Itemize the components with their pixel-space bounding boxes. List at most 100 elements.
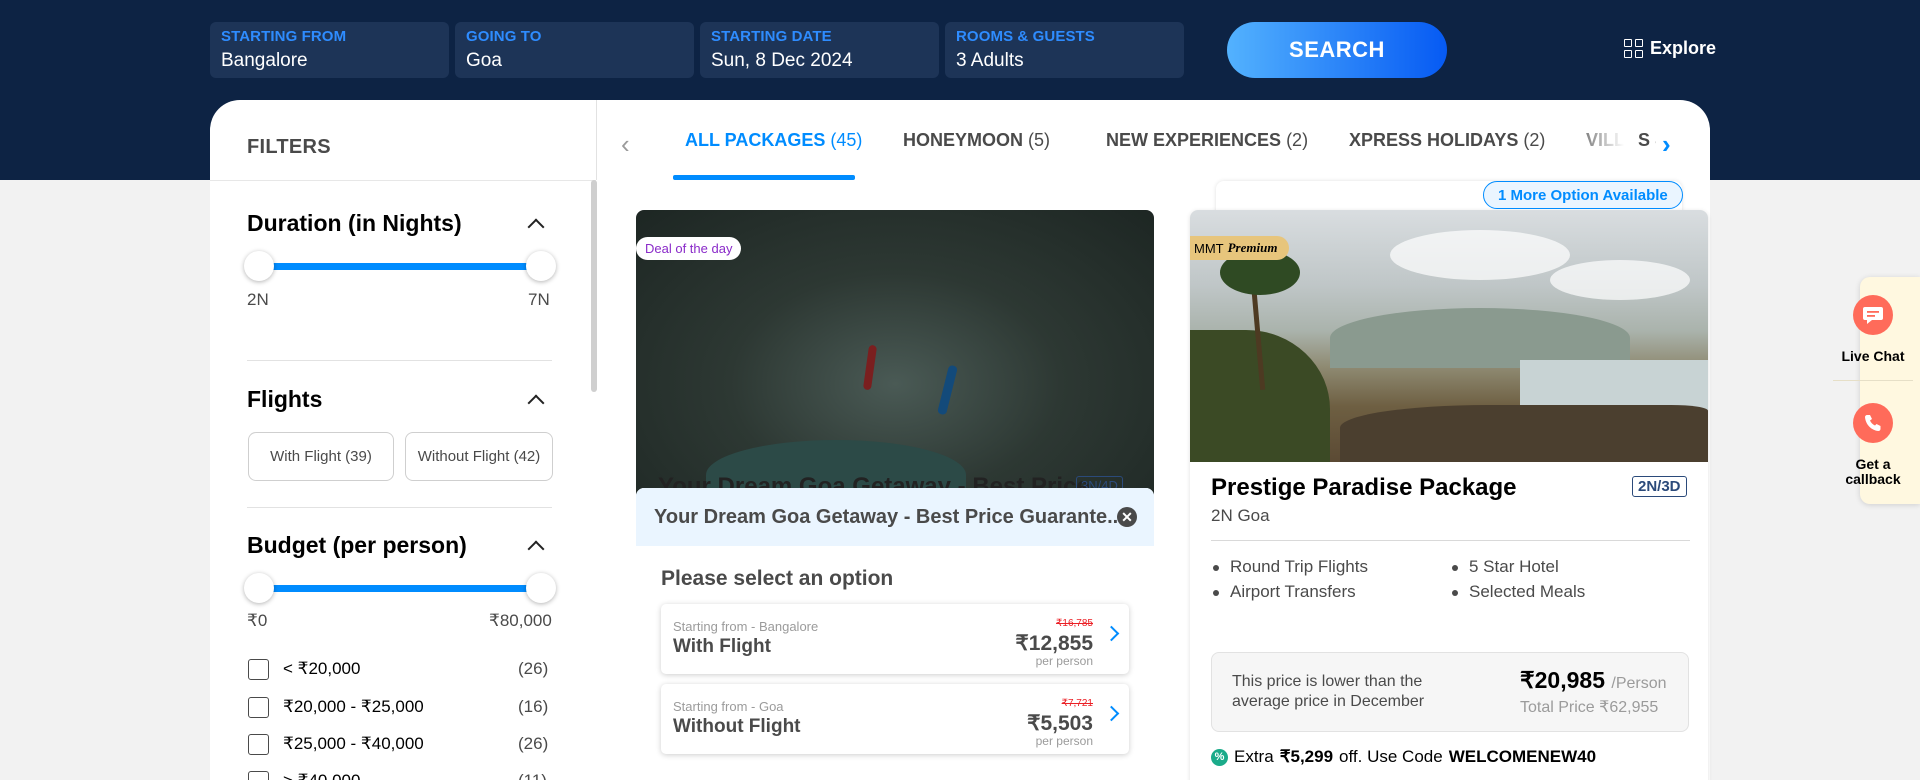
duration-slider-track[interactable]	[259, 263, 541, 270]
grid-icon	[1624, 38, 1644, 59]
tab-xpress-holidays[interactable]: XPRESS HOLIDAYS (2)	[1349, 130, 1545, 151]
feature-item: Selected Meals	[1450, 582, 1585, 602]
price-unit: /Person	[1611, 675, 1667, 692]
price-note: This price is lower than the average pri…	[1232, 673, 1425, 710]
budget-checkbox[interactable]	[248, 697, 269, 718]
photo-hill	[1330, 308, 1630, 368]
tab-count: (2)	[1523, 130, 1546, 150]
photo-cloud	[1550, 260, 1690, 300]
premium-badge: MMT Premium	[1190, 236, 1290, 260]
budget-title: Budget (per person)	[247, 532, 467, 558]
filters-title: FILTERS	[247, 136, 331, 158]
chevron-left-icon[interactable]: ‹	[621, 129, 630, 160]
nights-tag: 2N/3D	[1632, 476, 1687, 497]
photo-boat	[862, 344, 878, 391]
phone-svg	[1865, 415, 1881, 431]
rooms-guests-field[interactable]: ROOMS & GUESTS 3 Adults	[945, 22, 1184, 78]
tab-all-packages[interactable]: ALL PACKAGES (45)	[685, 130, 862, 151]
field-value: Sun, 8 Dec 2024	[711, 50, 853, 71]
flights-title: Flights	[247, 386, 323, 412]
search-button[interactable]: SEARCH	[1227, 22, 1447, 78]
divider	[247, 507, 552, 508]
option-origin: Starting from - Goa	[673, 699, 784, 714]
active-tab-indicator	[673, 175, 855, 180]
field-label: ROOMS & GUESTS	[956, 28, 1095, 45]
discount-icon: %	[1211, 748, 1228, 766]
field-value: Goa	[466, 50, 502, 71]
chevron-right-icon[interactable]: ›	[1662, 129, 1671, 160]
offer-prefix: Extra	[1234, 747, 1274, 766]
budget-range-count: (11)	[518, 771, 547, 780]
duration-min-label: 2N	[247, 290, 269, 309]
tab-count: (45)	[830, 130, 863, 150]
feature-item: 5 Star Hotel	[1450, 557, 1559, 577]
photo-rocks	[1340, 405, 1708, 462]
more-options-badge[interactable]: 1 More Option Available	[1483, 181, 1683, 209]
per-person-label: per person	[1035, 734, 1093, 748]
package-title[interactable]: Prestige Paradise Package	[1211, 474, 1517, 502]
starting-date-field[interactable]: STARTING DATE Sun, 8 Dec 2024	[700, 22, 939, 78]
option-kind: Without Flight	[673, 716, 801, 737]
chat-bubble-svg	[1863, 307, 1883, 324]
with-flight-chip[interactable]: With Flight (39)	[248, 432, 394, 481]
budget-range-label: ₹20,000 - ₹25,000	[283, 697, 424, 716]
budget-range-label: > ₹40,000	[283, 771, 360, 780]
tab-label: ALL PACKAGES	[685, 130, 826, 150]
popup-prompt: Please select an option	[661, 567, 894, 590]
chevron-right-icon	[1103, 705, 1120, 722]
original-price: ₹7,721	[1061, 698, 1093, 709]
budget-min-handle[interactable]	[244, 573, 274, 603]
live-chat-label[interactable]: Live Chat	[1830, 349, 1916, 364]
option-without-flight[interactable]: Starting from - Goa Without Flight ₹7,72…	[661, 684, 1129, 754]
budget-checkbox[interactable]	[248, 734, 269, 755]
explore-link[interactable]: Explore	[1624, 38, 1716, 59]
budget-range-count: (16)	[518, 697, 549, 716]
original-price: ₹16,785	[1056, 618, 1093, 629]
field-label: STARTING FROM	[221, 28, 347, 45]
total-price: Total Price ₹62,955	[1520, 699, 1659, 716]
popup-title: Your Dream Goa Getaway - Best Price Guar…	[636, 488, 1154, 546]
budget-checkbox[interactable]	[248, 771, 269, 780]
scrollbar[interactable]	[591, 180, 597, 392]
tab-label: HONEYMOON	[903, 130, 1024, 150]
option-price: ₹5,503	[1027, 712, 1093, 735]
tab-count: (2)	[1286, 130, 1309, 150]
divider	[247, 360, 552, 361]
price-value: ₹20,985	[1520, 667, 1605, 693]
explore-label: Explore	[1650, 38, 1717, 58]
tab-new-experiences[interactable]: NEW EXPERIENCES (2)	[1106, 130, 1308, 151]
chat-icon[interactable]	[1853, 295, 1893, 335]
tab-fade	[1568, 120, 1638, 170]
duration-min-handle[interactable]	[244, 251, 274, 281]
close-icon[interactable]: ✕	[1117, 507, 1137, 527]
budget-range-count: (26)	[518, 734, 549, 753]
phone-icon[interactable]	[1853, 403, 1893, 443]
budget-range-label: < ₹20,000	[283, 659, 361, 678]
callback-label[interactable]: Get a callback	[1830, 457, 1916, 487]
offer-mid: off. Use Code	[1339, 747, 1443, 766]
package-price: ₹20,985 /Person	[1520, 667, 1667, 694]
option-with-flight[interactable]: Starting from - Bangalore With Flight ₹1…	[661, 604, 1129, 674]
tab-label: NEW EXPERIENCES	[1106, 130, 1282, 150]
duration-max-handle[interactable]	[526, 251, 556, 281]
chevron-right-icon	[1103, 625, 1120, 642]
option-origin: Starting from - Bangalore	[673, 619, 819, 634]
feature-item: Airport Transfers	[1211, 582, 1356, 602]
field-label: GOING TO	[466, 28, 542, 45]
premium-label: Premium	[1227, 240, 1278, 255]
divider	[596, 100, 597, 180]
photo-boat	[937, 364, 958, 416]
tab-count: (5)	[1028, 130, 1051, 150]
per-person-label: per person	[1035, 654, 1093, 668]
budget-range-count: (26)	[518, 659, 549, 678]
budget-max-handle[interactable]	[526, 573, 556, 603]
budget-checkbox[interactable]	[248, 659, 269, 680]
tab-honeymoon[interactable]: HONEYMOON (5)	[903, 130, 1050, 151]
starting-from-field[interactable]: STARTING FROM Bangalore	[210, 22, 449, 78]
budget-min-label: ₹0	[247, 611, 268, 630]
package-subtitle: 2N Goa	[1211, 506, 1270, 525]
budget-slider-track[interactable]	[259, 585, 541, 592]
without-flight-chip[interactable]: Without Flight (42)	[405, 432, 553, 481]
field-label: STARTING DATE	[711, 28, 832, 45]
going-to-field[interactable]: GOING TO Goa	[455, 22, 694, 78]
